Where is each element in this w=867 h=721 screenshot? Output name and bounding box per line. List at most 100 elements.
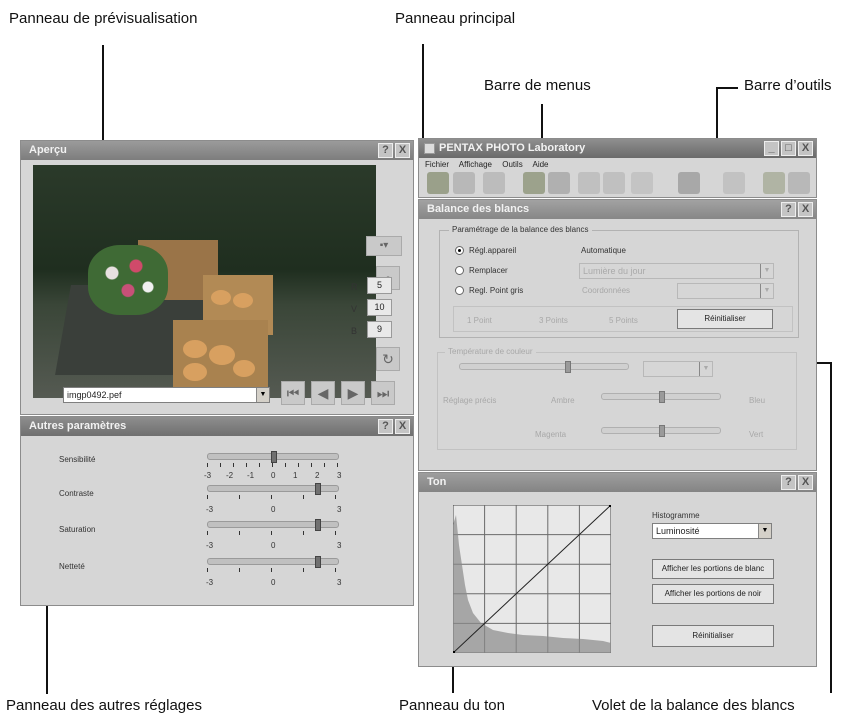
saturation-label: Saturation (59, 525, 96, 534)
wb-opt3-label: Regl. Point gris (469, 286, 524, 295)
rotate-right-icon[interactable] (603, 172, 625, 194)
callout-other-settings: Panneau des autres réglages (6, 697, 202, 714)
wb-titlebar: Balance des blancs (419, 200, 816, 219)
scale-tick: 1 (293, 471, 298, 480)
help-button[interactable]: ? (378, 143, 393, 158)
other-close-button[interactable]: X (395, 419, 410, 434)
settings-icon[interactable] (763, 172, 785, 194)
last-icon[interactable]: ⏭ (371, 381, 395, 405)
wb-remplacer-select[interactable]: Lumière du jour ▼ (579, 263, 774, 279)
wb-temp-select[interactable]: ▼ (643, 361, 713, 377)
rotate-left-icon[interactable] (578, 172, 600, 194)
wb-temp-thumb[interactable] (565, 361, 571, 373)
wb-close-button[interactable]: X (798, 202, 813, 217)
wb-help-button[interactable]: ? (781, 202, 796, 217)
show-black-button[interactable]: Afficher les portions de noir (652, 584, 774, 604)
wb-radio-pointgris[interactable] (455, 286, 464, 295)
wb-ambre-label: Ambre (551, 396, 575, 405)
leader-other (46, 602, 48, 694)
contraste-label: Contraste (59, 489, 94, 498)
sensibilite-thumb[interactable] (271, 451, 277, 463)
open-icon[interactable] (427, 172, 449, 194)
wb-1point[interactable]: 1 Point (467, 316, 492, 325)
callout-preview-panel: Panneau de prévisualisation (9, 10, 198, 27)
wb-5points[interactable]: 5 Points (609, 316, 638, 325)
sensibilite-label: Sensibilité (59, 455, 96, 464)
scale-tick: -1 (247, 471, 255, 480)
ton-window: Ton ? X Histogramme Luminosité ▼ Afficher… (418, 472, 817, 667)
ton-reset-button[interactable]: Réinitialiser (652, 625, 774, 647)
scale-tick: -2 (226, 471, 234, 480)
info-icon[interactable] (788, 172, 810, 194)
first-icon[interactable]: ⏮ (281, 381, 305, 405)
next-icon[interactable]: ▶ (341, 381, 365, 405)
other-help-button[interactable]: ? (378, 419, 393, 434)
toolbar (423, 172, 814, 196)
saturation-thumb[interactable] (315, 519, 321, 531)
jpeg-icon[interactable] (678, 172, 700, 194)
wb-temp-label: Température de couleur (445, 347, 536, 356)
callout-tone-panel: Panneau du ton (399, 697, 505, 714)
menu-affichage[interactable]: Affichage (459, 160, 492, 169)
ton-titlebar: Ton (419, 473, 816, 492)
main-close-button[interactable]: X (798, 141, 813, 156)
callout-wb-panel: Volet de la balance des blancs (592, 697, 795, 714)
leader-toolbar-h (716, 87, 738, 89)
prev-icon[interactable]: ◀ (311, 381, 335, 405)
other-titlebar: Autres paramètres (21, 417, 413, 436)
wb-temp-slider[interactable] (459, 363, 629, 370)
callout-toolbar: Barre d’outils (744, 77, 832, 94)
wb-window: Balance des blancs ? X Paramétrage de la… (418, 199, 817, 471)
grid-icon[interactable]: ▪▾ (366, 236, 402, 256)
maximize-button[interactable]: □ (781, 141, 796, 156)
scale-tick: 2 (315, 471, 320, 480)
develop-icon[interactable] (523, 172, 545, 194)
nettete-label: Netteté (59, 562, 85, 571)
wb-radio-appareil[interactable] (455, 246, 464, 255)
wb-coord-select[interactable]: ▼ (677, 283, 774, 299)
leader-main (422, 44, 424, 140)
wb-bleu-label: Bleu (749, 396, 766, 405)
undo-icon[interactable] (483, 172, 505, 194)
display-icon[interactable] (631, 172, 653, 194)
histo-label: Histogramme (652, 511, 700, 520)
scale-tick: 0 (271, 578, 276, 587)
ton-close-button[interactable]: X (798, 475, 813, 490)
menu-aide[interactable]: Aide (532, 160, 548, 169)
scale-tick: 3 (337, 471, 342, 480)
scale-tick: 0 (271, 505, 276, 514)
wb-ambre-thumb[interactable] (659, 391, 665, 403)
scale-tick: -3 (206, 578, 214, 587)
ton-help-button[interactable]: ? (781, 475, 796, 490)
nettete-thumb[interactable] (315, 556, 321, 568)
callout-menu-bar: Barre de menus (484, 77, 591, 94)
scale-tick: 3 (337, 541, 342, 550)
b-label: B (351, 326, 358, 336)
tone-curve-graph[interactable] (453, 505, 611, 653)
save-icon[interactable] (453, 172, 475, 194)
scale-tick: -3 (206, 541, 214, 550)
menu-fichier[interactable]: Fichier (425, 160, 449, 169)
menu-outils[interactable]: Outils (502, 160, 522, 169)
wb-radio-remplacer[interactable] (455, 266, 464, 275)
close-button[interactable]: X (395, 143, 410, 158)
file-select[interactable]: imgp0492.pef ▼ (63, 387, 270, 403)
main-titlebar: PENTAX PHOTO Laboratory (419, 139, 816, 158)
view-icon[interactable] (723, 172, 745, 194)
contraste-thumb[interactable] (315, 483, 321, 495)
other-settings-window: Autres paramètres ? X Sensibilité -3 -2 … (20, 416, 414, 606)
histo-select[interactable]: Luminosité ▼ (652, 523, 772, 539)
wb-fine-label: Réglage précis (443, 396, 497, 405)
preview-titlebar: Aperçu (21, 141, 413, 160)
wb-opt2-label: Remplacer (469, 266, 508, 275)
wb-magenta-thumb[interactable] (659, 425, 665, 437)
batch-icon[interactable] (548, 172, 570, 194)
show-white-button[interactable]: Afficher les portions de blanc (652, 559, 774, 579)
wb-3points[interactable]: 3 Points (539, 316, 568, 325)
main-window: PENTAX PHOTO Laboratory _ □ X Fichier Af… (418, 138, 817, 198)
wb-reinit-button[interactable]: Réinitialiser (677, 309, 773, 329)
v-value: 10 (367, 299, 392, 316)
rotate-icon[interactable]: ↻ (376, 347, 400, 371)
minimize-button[interactable]: _ (764, 141, 779, 156)
scale-tick: 0 (271, 471, 276, 480)
